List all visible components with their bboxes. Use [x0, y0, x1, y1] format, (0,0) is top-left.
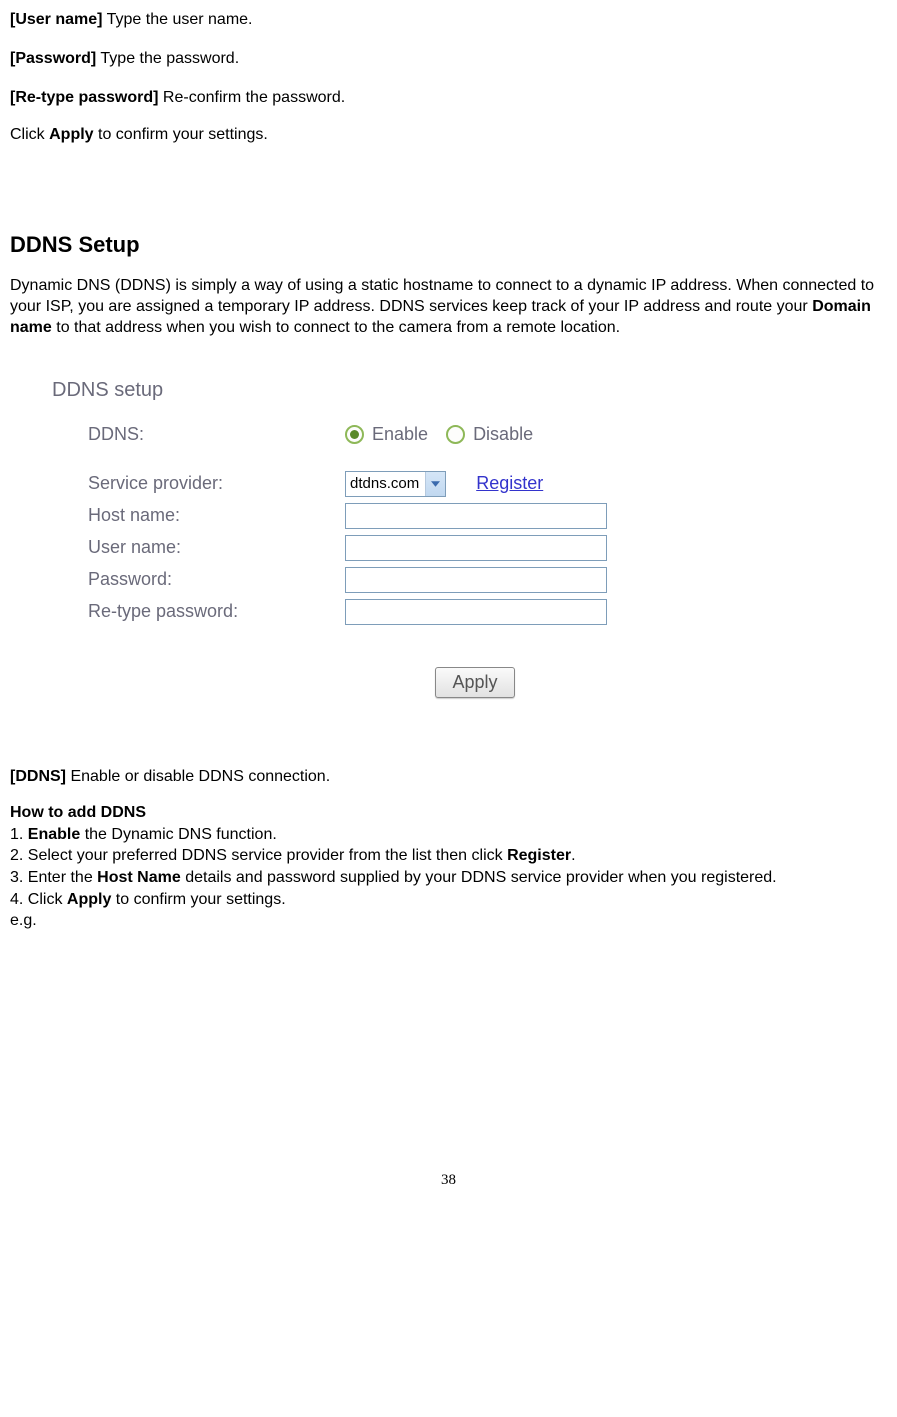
service-provider-row: Service provider: dtdns.com Register	[50, 471, 750, 497]
hostname-label: Host name:	[88, 505, 345, 526]
step2-pre: 2. Select your preferred DDNS service pr…	[10, 847, 507, 864]
password-input[interactable]	[345, 567, 607, 593]
apply-button[interactable]: Apply	[435, 667, 514, 698]
step3-rest: details and password supplied by your DD…	[181, 869, 777, 886]
howto-step-3: 3. Enter the Host Name details and passw…	[10, 867, 887, 889]
howto-step-4: 4. Click Apply to confirm your settings.	[10, 889, 887, 911]
step3-bold: Host Name	[97, 869, 181, 886]
enable-radio-label: Enable	[372, 424, 428, 445]
service-provider-select[interactable]: dtdns.com	[345, 471, 446, 497]
step2-rest: .	[571, 847, 575, 864]
step3-pre: 3. Enter the	[10, 869, 97, 886]
disable-radio[interactable]	[446, 425, 465, 444]
step1-num: 1.	[10, 826, 28, 843]
register-link[interactable]: Register	[476, 473, 543, 494]
ddns-radio-group: Enable Disable	[345, 424, 547, 445]
disable-radio-label: Disable	[473, 424, 533, 445]
howto-eg: e.g.	[10, 910, 887, 932]
ddns-setup-form: DDNS setup DDNS: Enable Disable Service …	[40, 369, 760, 718]
howto-step-1: 1. Enable the Dynamic DNS function.	[10, 824, 887, 846]
username-desc-text: Type the user name.	[102, 11, 252, 28]
howto-step-2: 2. Select your preferred DDNS service pr…	[10, 845, 887, 867]
click-apply-suffix: to confirm your settings.	[94, 126, 268, 143]
retype-desc-row: [Re-type password] Re-confirm the passwo…	[10, 88, 887, 109]
step1-rest: the Dynamic DNS function.	[80, 826, 277, 843]
ddns-desc-label: [DDNS]	[10, 768, 66, 785]
retype-input[interactable]	[345, 599, 607, 625]
password-label: [Password]	[10, 50, 96, 67]
password-desc-text: Type the password.	[96, 50, 239, 67]
ddns-desc-row: [DDNS] Enable or disable DDNS connection…	[10, 768, 887, 786]
username-form-label: User name:	[88, 537, 345, 558]
enable-radio[interactable]	[345, 425, 364, 444]
ddns-desc-text: Enable or disable DDNS connection.	[66, 768, 330, 785]
username-label: [User name]	[10, 11, 102, 28]
apply-row: Apply	[50, 667, 750, 698]
retype-label: [Re-type password]	[10, 89, 158, 106]
service-provider-value: dtdns.com	[350, 475, 419, 492]
chevron-down-icon	[425, 472, 445, 496]
click-apply-line: Click Apply to confirm your settings.	[10, 126, 887, 144]
username-desc-row: [User name] Type the user name.	[10, 10, 887, 31]
click-apply-bold: Apply	[49, 126, 93, 143]
password-desc-row: [Password] Type the password.	[10, 49, 887, 70]
section-title: DDNS Setup	[10, 232, 887, 258]
howto-title: How to add DDNS	[10, 804, 887, 822]
section-desc-post: to that address when you wish to connect…	[52, 319, 620, 336]
retype-row: Re-type password:	[50, 599, 750, 625]
form-title: DDNS setup	[52, 379, 750, 402]
step4-bold: Apply	[67, 891, 111, 908]
username-row: User name:	[50, 535, 750, 561]
hostname-row: Host name:	[50, 503, 750, 529]
password-row: Password:	[50, 567, 750, 593]
ddns-row: DDNS: Enable Disable	[50, 424, 750, 445]
ddns-label: DDNS:	[88, 424, 345, 445]
password-form-label: Password:	[88, 569, 345, 590]
page-number: 38	[10, 1172, 887, 1189]
hostname-input[interactable]	[345, 503, 607, 529]
click-apply-prefix: Click	[10, 126, 49, 143]
service-provider-label: Service provider:	[88, 473, 345, 494]
retype-form-label: Re-type password:	[88, 601, 345, 622]
username-input[interactable]	[345, 535, 607, 561]
step2-bold: Register	[507, 847, 571, 864]
retype-desc-text: Re-confirm the password.	[158, 89, 345, 106]
step1-bold: Enable	[28, 826, 80, 843]
section-desc-pre: Dynamic DNS (DDNS) is simply a way of us…	[10, 277, 874, 315]
step4-rest: to confirm your settings.	[111, 891, 285, 908]
section-desc: Dynamic DNS (DDNS) is simply a way of us…	[10, 276, 887, 338]
step4-pre: 4. Click	[10, 891, 67, 908]
